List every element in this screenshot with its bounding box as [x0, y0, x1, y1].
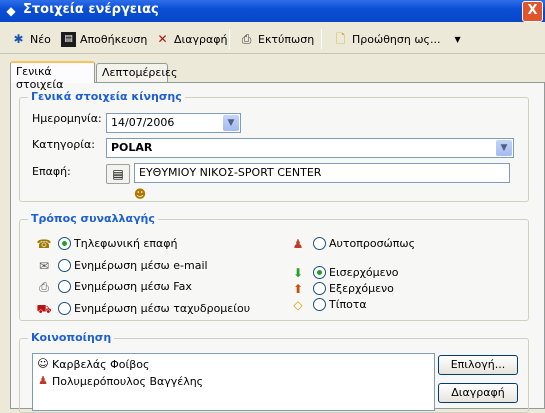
fax-icon: ⎙ — [39, 280, 49, 294]
forward-as-label: Προώθηση ως... — [352, 32, 441, 46]
radio-nothing-label: Τίποτα — [329, 298, 367, 311]
chevron-down-icon[interactable]: ▼ — [223, 115, 239, 131]
category-value: POLAR — [111, 141, 153, 154]
date-picker[interactable]: 14/07/2006 ▼ — [106, 113, 241, 133]
email-icon: ✉ — [38, 259, 50, 273]
radio-fax-label: Ενημέρωση μέσω Fax — [74, 280, 192, 293]
chevron-down-icon[interactable]: ▼ — [455, 35, 461, 44]
list-item-label: Καρβελάς Φοίβος — [52, 357, 150, 371]
list-item[interactable]: ♟ Πολυμερόπουλος Βαγγέλης — [36, 374, 203, 388]
chevron-down-icon[interactable]: ▼ — [496, 140, 512, 156]
category-select[interactable]: POLAR ▼ — [106, 138, 514, 158]
arrow-down-icon: ⬇ — [292, 266, 304, 280]
toolbar-separator — [229, 29, 230, 49]
contact-lookup-button[interactable]: ▤ — [106, 164, 130, 184]
radio-phone[interactable]: Τηλεφωνική επαφή — [58, 237, 177, 250]
print-button[interactable]: ⎙ Εκτύπωση — [236, 29, 317, 49]
title-bar[interactable]: ◆ Στοιχεία ενέργειας X — [0, 0, 545, 22]
printer-icon: ⎙ — [241, 31, 252, 46]
save-button[interactable]: ▤ Αποθήκευση — [58, 29, 150, 49]
radio-button[interactable] — [58, 302, 71, 315]
dialog-window: ◆ Στοιχεία ενέργειας X ✱ Νέο ▤ Αποθήκευσ… — [0, 0, 545, 413]
contact-value: ΕΥΘΥΜΙΟΥ ΝΙΚΟΣ-SPORT CENTER — [139, 166, 322, 179]
notify-group-title: Κοινοποίηση — [28, 331, 115, 344]
radio-button[interactable] — [313, 237, 326, 250]
radio-button[interactable] — [313, 282, 326, 295]
contact-field[interactable]: ΕΥΘΥΜΙΟΥ ΝΙΚΟΣ-SPORT CENTER — [134, 163, 510, 183]
document-icon: 🗋 — [335, 31, 346, 46]
forward-as-button[interactable]: 🗋 Προώθηση ως... ▼ — [330, 29, 464, 49]
mail-truck-icon: ⛟ — [36, 302, 52, 316]
radio-button[interactable] — [313, 298, 326, 311]
contact-label: Επαφή: — [32, 165, 71, 178]
general-group: Γενικά στοιχεία κίνησης Ημερομηνία: 14/0… — [19, 90, 529, 202]
phone-icon: ☎ — [36, 237, 52, 251]
toolbar: ✱ Νέο ▤ Αποθήκευση ✕ Διαγραφή ⎙ Εκτύπωση… — [0, 24, 545, 54]
list-item[interactable]: ☺ Καρβελάς Φοίβος — [36, 357, 149, 371]
select-button[interactable]: Επιλογή... — [438, 355, 518, 375]
contact-card-icon[interactable]: ☻ — [132, 187, 148, 201]
radio-fax[interactable]: Ενημέρωση μέσω Fax — [58, 280, 192, 293]
tab-panel: Γενικά στοιχεία κίνησης Ημερομηνία: 14/0… — [10, 82, 545, 413]
radio-incoming-label: Εισερχόμενο — [329, 266, 399, 279]
new-label: Νέο — [30, 32, 51, 46]
contact-icon: ☺ — [37, 357, 49, 370]
new-icon: ✱ — [13, 31, 24, 46]
new-button[interactable]: ✱ Νέο — [8, 29, 54, 49]
window-title: Στοιχεία ενέργειας — [23, 2, 159, 17]
window-app-icon: ◆ — [6, 4, 16, 18]
radio-email[interactable]: Ενημέρωση μέσω e-mail — [58, 259, 208, 272]
date-value: 14/07/2006 — [111, 116, 175, 129]
radio-button[interactable] — [313, 266, 326, 279]
tab-general[interactable]: Γενικά στοιχεία — [10, 61, 95, 91]
radio-button[interactable] — [58, 237, 71, 250]
person-icon: ♟ — [38, 374, 48, 387]
radio-outgoing-label: Εξερχόμενο — [329, 282, 394, 295]
print-label: Εκτύπωση — [258, 32, 315, 46]
radio-mail[interactable]: Ενημέρωση μέσω ταχυδρομείου — [58, 302, 250, 315]
radio-incoming[interactable]: Εισερχόμενο — [313, 266, 398, 279]
radio-outgoing[interactable]: Εξερχόμενο — [313, 282, 394, 295]
general-group-title: Γενικά στοιχεία κίνησης — [28, 90, 185, 103]
address-book-icon: ▤ — [112, 167, 124, 181]
list-item-label: Πολυμερόπουλος Βαγγέλης — [52, 374, 204, 388]
recipients-list[interactable]: ☺ Καρβελάς Φοίβος ♟ Πολυμερόπουλος Βαγγέ… — [32, 353, 435, 411]
transaction-group-title: Τρόπος συναλλαγής — [28, 212, 158, 225]
arrow-up-icon: ⬆ — [292, 282, 304, 296]
save-label: Αποθήκευση — [80, 32, 148, 46]
radio-button[interactable] — [58, 259, 71, 272]
delete-label: Διαγραφή — [174, 32, 228, 46]
category-label: Κατηγορία: — [32, 138, 95, 151]
date-label: Ημερομηνία: — [32, 112, 102, 125]
delete-icon: ✕ — [157, 31, 168, 46]
diamond-icon: ◇ — [293, 298, 303, 312]
radio-phone-label: Τηλεφωνική επαφή — [74, 237, 178, 250]
radio-mail-label: Ενημέρωση μέσω ταχυδρομείου — [74, 302, 251, 315]
notify-group: Κοινοποίηση ☺ Καρβελάς Φοίβος ♟ Πολυμερό… — [19, 331, 529, 413]
radio-button[interactable] — [58, 280, 71, 293]
close-button[interactable]: X — [522, 1, 543, 22]
radio-in-person-label: Αυτοπροσώπως — [329, 237, 416, 250]
tab-details[interactable]: Λεπτομέρειες — [96, 63, 177, 82]
toolbar-separator — [321, 29, 322, 49]
save-icon: ▤ — [61, 31, 76, 47]
radio-nothing[interactable]: Τίποτα — [313, 298, 367, 311]
transaction-group: Τρόπος συναλλαγής ☎ Τηλεφωνική επαφή ✉ Ε… — [19, 212, 529, 321]
radio-email-label: Ενημέρωση μέσω e-mail — [74, 259, 208, 272]
delete-button[interactable]: ✕ Διαγραφή — [152, 29, 230, 49]
person-icon: ♟ — [292, 237, 304, 251]
remove-button[interactable]: Διαγραφή — [438, 383, 518, 403]
radio-in-person[interactable]: Αυτοπροσώπως — [313, 237, 415, 250]
